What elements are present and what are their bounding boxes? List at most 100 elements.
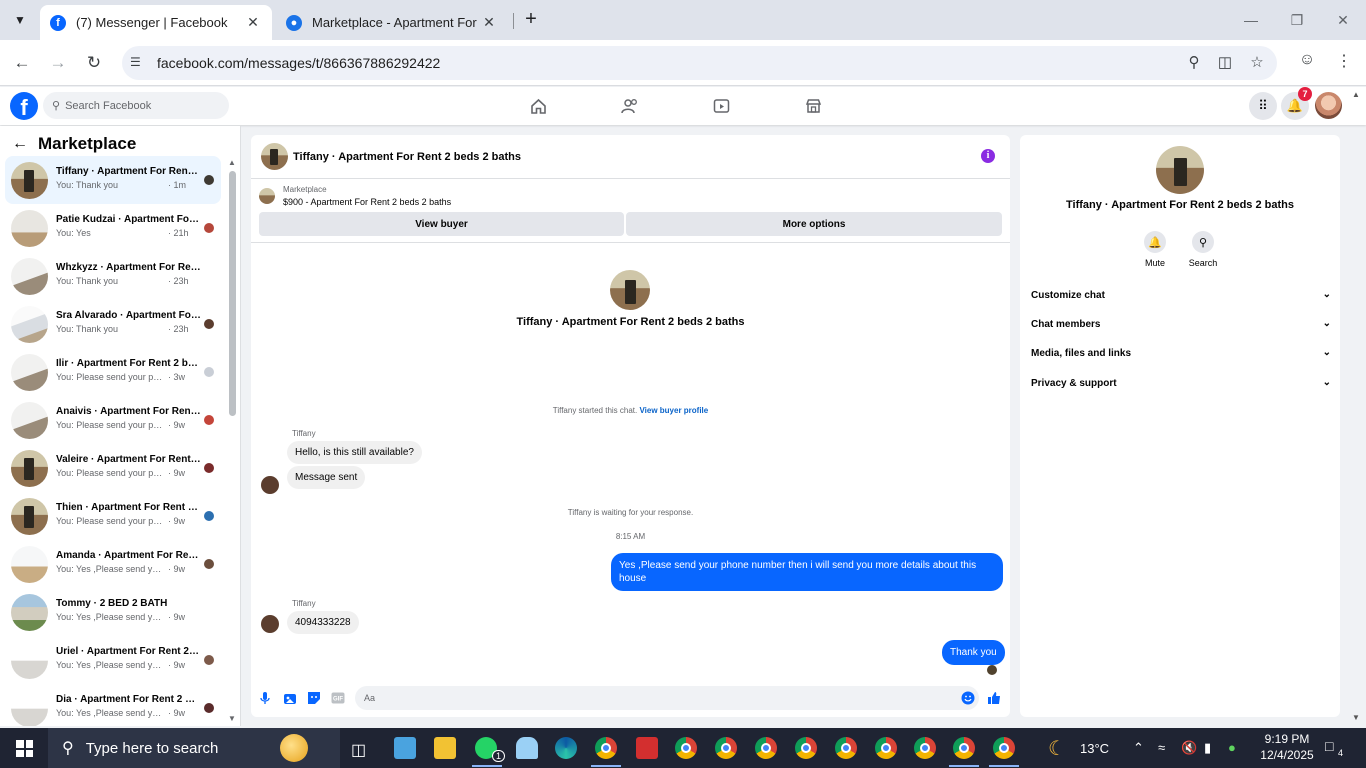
- conversation-title[interactable]: Tiffany · Apartment For Rent 2 beds 2 ba…: [293, 151, 521, 163]
- battery-icon[interactable]: ▮: [1204, 740, 1211, 756]
- forward-button[interactable]: →: [46, 51, 70, 75]
- chrome-profile-icon[interactable]: [715, 737, 737, 759]
- site-info-icon[interactable]: ☰: [130, 55, 146, 71]
- url-text[interactable]: facebook.com/messages/t/866367886292422: [157, 55, 440, 71]
- page-scroll-down-arrow[interactable]: ▼: [1352, 713, 1360, 722]
- chat-list-item[interactable]: Anaivis · Apartment For Rent 2 beds 2 ba…: [5, 396, 221, 444]
- edge-icon[interactable]: [555, 737, 577, 759]
- incoming-message[interactable]: Message sent: [287, 466, 366, 489]
- tab-search-button[interactable]: ▼: [6, 6, 34, 34]
- incoming-message[interactable]: Hello, is this still available?: [287, 441, 422, 464]
- contact-profile-avatar[interactable]: [1156, 146, 1204, 194]
- profile-icon[interactable]: ☺: [1295, 51, 1319, 75]
- photo-attach-icon[interactable]: [282, 690, 298, 706]
- bookmark-star-icon[interactable]: ☆: [1246, 53, 1268, 73]
- new-tab-button[interactable]: +: [520, 8, 542, 30]
- task-view-icon[interactable]: ◫: [351, 740, 366, 760]
- chat-list-scrollbar[interactable]: [229, 171, 236, 416]
- chat-list-item[interactable]: Valeire · Apartment For Rent 2 beds 2 ba…: [5, 444, 221, 492]
- chrome-profile-icon[interactable]: [795, 737, 817, 759]
- chrome-profile-icon[interactable]: [675, 737, 697, 759]
- temperature[interactable]: 13°C: [1080, 741, 1109, 756]
- more-options-button[interactable]: More options: [626, 212, 1002, 236]
- chrome-profile-icon[interactable]: [875, 737, 897, 759]
- facebook-logo-icon[interactable]: f: [10, 92, 38, 120]
- chrome-profile-icon[interactable]: [835, 737, 857, 759]
- chat-list-item[interactable]: Ilir · Apartment For Rent 2 beds 2 baths…: [5, 348, 221, 396]
- menu-grid-icon[interactable]: ⠿: [1249, 92, 1277, 120]
- chrome-profile-icon[interactable]: [914, 737, 936, 759]
- reload-button[interactable]: ↻: [82, 51, 106, 75]
- chat-list-item[interactable]: Dia · Apartment For Rent 2 beds 2 baths Y…: [5, 684, 221, 726]
- mute-action[interactable]: 🔔 Mute: [1135, 231, 1175, 268]
- wps-office-icon[interactable]: [636, 737, 658, 759]
- contact-avatar[interactable]: [261, 143, 288, 170]
- tab-marketplace[interactable]: ● Marketplace - Apartment For Re ✕: [276, 5, 508, 40]
- listing-thumbnail[interactable]: [259, 188, 275, 204]
- close-tab-icon[interactable]: ✕: [480, 14, 498, 31]
- facebook-search-input[interactable]: ⚲ Search Facebook: [43, 92, 229, 119]
- search-highlight-icon[interactable]: [280, 734, 308, 762]
- scroll-down-arrow[interactable]: ▼: [228, 714, 236, 723]
- sender-avatar[interactable]: [261, 615, 279, 633]
- zoom-icon[interactable]: ⚲: [1183, 53, 1205, 73]
- chat-list-item[interactable]: Whzkyzz · Apartment For Rent 2 beds 2 ba…: [5, 252, 221, 300]
- address-bar[interactable]: ☰ facebook.com/messages/t/86636788629242…: [122, 46, 1277, 80]
- weather-moon-icon[interactable]: ☾: [1048, 736, 1066, 761]
- chat-members-row[interactable]: Chat members ⌄: [1031, 318, 1331, 330]
- outgoing-message[interactable]: Yes ,Please send your phone number then …: [611, 553, 1003, 591]
- sticker-icon[interactable]: [306, 690, 322, 706]
- chat-list-item[interactable]: Tiffany · Apartment For Rent 2 beds 2 ba…: [5, 156, 221, 204]
- contact-intro-avatar[interactable]: [610, 270, 650, 310]
- watch-nav-icon[interactable]: [710, 95, 732, 117]
- page-scroll-up-arrow[interactable]: ▲: [1352, 90, 1360, 99]
- privacy-support-row[interactable]: Privacy & support ⌄: [1031, 377, 1331, 389]
- close-window-button[interactable]: ✕: [1328, 8, 1358, 32]
- file-explorer-icon[interactable]: [434, 737, 456, 759]
- browser-menu-icon[interactable]: ⋮: [1332, 51, 1356, 75]
- chrome-profile-icon[interactable]: [953, 737, 975, 759]
- weather-app-icon[interactable]: [516, 737, 538, 759]
- microphone-icon[interactable]: [257, 690, 273, 706]
- chat-list-item[interactable]: Sra Alvarado · Apartment For Rent 2 beds…: [5, 300, 221, 348]
- customize-chat-row[interactable]: Customize chat ⌄: [1031, 289, 1331, 301]
- like-thumb-icon[interactable]: [986, 690, 1002, 706]
- friends-nav-icon[interactable]: [619, 95, 641, 117]
- emoji-icon[interactable]: [960, 690, 976, 706]
- wifi-icon[interactable]: ≈: [1158, 740, 1165, 755]
- chrome-icon[interactable]: [595, 737, 617, 759]
- back-button[interactable]: ←: [10, 51, 34, 75]
- back-arrow-icon[interactable]: ←: [12, 135, 28, 153]
- tab-messenger[interactable]: f (7) Messenger | Facebook ✕: [40, 5, 272, 40]
- message-input[interactable]: Aa: [355, 686, 979, 710]
- minimize-button[interactable]: —: [1236, 8, 1266, 32]
- view-buyer-profile-link[interactable]: View buyer profile: [639, 406, 708, 415]
- install-app-icon[interactable]: ◫: [1214, 53, 1236, 73]
- clock-time[interactable]: 9:19 PM: [1255, 732, 1319, 746]
- chat-list-item[interactable]: Amanda · Apartment For Rent 2 beds 2 bat…: [5, 540, 221, 588]
- view-buyer-button[interactable]: View buyer: [259, 212, 624, 236]
- tablet-app-icon[interactable]: [394, 737, 416, 759]
- outgoing-message[interactable]: Thank you: [942, 640, 1005, 665]
- gif-icon[interactable]: GIF: [330, 690, 346, 706]
- marketplace-nav-icon[interactable]: [802, 95, 824, 117]
- chat-list-item[interactable]: Uriel · Apartment For Rent 2 beds 2 bath…: [5, 636, 221, 684]
- chat-list-item[interactable]: Patie Kudzai · Apartment For Rent 2 beds…: [5, 204, 221, 252]
- notification-center-icon[interactable]: □: [1325, 738, 1333, 754]
- chrome-profile-icon[interactable]: [755, 737, 777, 759]
- scroll-up-arrow[interactable]: ▲: [228, 158, 236, 167]
- security-shield-icon[interactable]: ●: [1228, 740, 1236, 755]
- chat-list-item[interactable]: Thien · Apartment For Rent 2 beds 2 bath…: [5, 492, 221, 540]
- restore-button[interactable]: ❐: [1282, 8, 1312, 32]
- sender-avatar[interactable]: [261, 476, 279, 494]
- show-hidden-icons-icon[interactable]: ⌃: [1133, 740, 1144, 756]
- media-files-row[interactable]: Media, files and links ⌄: [1031, 347, 1331, 359]
- listing-title[interactable]: $900 - Apartment For Rent 2 beds 2 baths: [283, 197, 451, 207]
- close-tab-icon[interactable]: ✕: [244, 14, 262, 31]
- search-action[interactable]: ⚲ Search: [1183, 231, 1223, 268]
- volume-muted-icon[interactable]: 🔇: [1181, 740, 1197, 756]
- info-icon[interactable]: i: [981, 149, 995, 163]
- windows-start-icon[interactable]: [16, 740, 33, 757]
- chrome-profile-icon[interactable]: [993, 737, 1015, 759]
- account-avatar[interactable]: [1315, 92, 1342, 119]
